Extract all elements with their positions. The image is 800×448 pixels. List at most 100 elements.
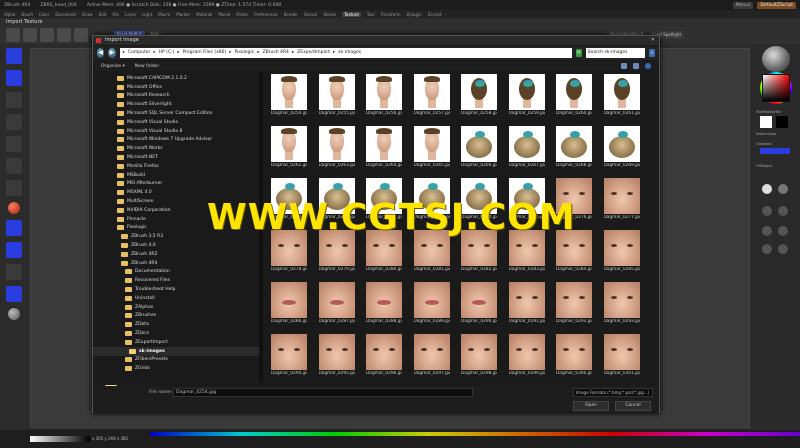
image-thumbnail[interactable]: Dagmar_0297.jpg (413, 334, 450, 376)
image-thumbnail[interactable]: Dagmar_0298.jpg (461, 334, 497, 376)
tray-label[interactable]: Gradient (756, 142, 771, 146)
folder-tree-item[interactable]: Microsoft SQL Server Compact Edition (117, 109, 213, 118)
image-thumbnail[interactable]: Dagmar_0285.jpg (603, 230, 640, 272)
image-thumbnail[interactable]: Dagmar_0290.jpg (461, 282, 497, 324)
folder-tree-item[interactable]: NVIDIA Corporation (117, 206, 171, 215)
folder-tree-item[interactable]: Microsoft CAPICOM 2.1.0.2 (117, 74, 187, 83)
menu-item-stroke[interactable]: Stroke (323, 12, 336, 17)
image-thumbnail[interactable]: Dagmar_0296.jpg (366, 334, 402, 376)
folder-tree-item[interactable]: Pinnacle (117, 215, 146, 224)
image-thumbnail[interactable]: Dagmar_0256.jpg (366, 74, 402, 116)
folder-tree-item[interactable]: ZBrush 4R4 (121, 259, 157, 268)
folder-tree-item[interactable]: Pixologic (117, 224, 147, 233)
back-arrow-icon[interactable]: ◀ (97, 48, 105, 58)
menu-item-material[interactable]: Material (196, 12, 212, 17)
close-icon[interactable]: ✕ (651, 36, 655, 45)
menu-item-macro[interactable]: Macro (158, 12, 170, 17)
folder-tree-item[interactable]: Documentation (125, 268, 170, 277)
image-thumbnail[interactable]: Dagmar_0261.jpg (603, 74, 640, 116)
shelf-button[interactable] (6, 220, 22, 236)
image-thumbnail[interactable]: Dagmar_0260.jpg (556, 74, 592, 116)
shelf-button[interactable] (6, 264, 22, 280)
material-button[interactable] (778, 226, 788, 236)
folder-tree-item[interactable]: Microsoft Research (117, 92, 170, 101)
image-thumbnail[interactable]: Dagmar_0301.jpg (603, 334, 640, 376)
image-thumbnail[interactable]: Dagmar_0295.jpg (318, 334, 355, 376)
shelf-button[interactable] (6, 158, 22, 174)
image-thumbnail[interactable]: Dagmar_0262.jpg (271, 126, 307, 168)
file-type-select[interactable]: Image Formats (*.bmp;*.psd;*.jpg...) (573, 388, 653, 397)
folder-tree-item[interactable]: MultiScreen (117, 197, 153, 206)
material-button[interactable] (762, 226, 772, 236)
preview-pane-icon[interactable] (633, 63, 639, 69)
breadcrumb[interactable]: ▸ Computer ▸ HP (C:) ▸ Program Files (x86) ▸ Pi… (119, 48, 572, 58)
refresh-icon[interactable]: ⟳ (575, 49, 582, 57)
menu-item-brush[interactable]: Brush (21, 12, 33, 17)
material-button[interactable] (762, 206, 772, 216)
folder-tree-item[interactable]: Microsoft.NET (117, 153, 158, 162)
folder-tree-item[interactable]: Microsoft Visual Studio (117, 118, 178, 127)
folder-tree-item[interactable]: Microsoft Silverlight (117, 100, 172, 109)
file-name-field[interactable]: Dagmar_0254.jpg (173, 388, 473, 397)
menu-item-zscript[interactable]: Zscript (428, 12, 442, 17)
menu-item-movie[interactable]: Movie (218, 12, 230, 17)
menus-button[interactable]: Menus (732, 1, 754, 9)
folder-tree-item[interactable]: ZDocs (125, 329, 149, 338)
folder-tree-item[interactable]: Microsoft Windows 7 Upgrade Advisor (117, 136, 212, 145)
main-color-swatch[interactable] (760, 116, 772, 128)
image-thumbnail[interactable]: Dagmar_0286.jpg (271, 282, 307, 324)
shelf-button[interactable] (6, 180, 22, 196)
image-thumbnail[interactable]: Dagmar_0289.jpg (413, 282, 450, 324)
folder-tree-item[interactable]: MSBuild (117, 171, 145, 180)
folder-tree-item[interactable]: ZBrush 4.0 (121, 241, 156, 250)
folder-tree-item[interactable]: Mozilla Firefox (117, 162, 159, 171)
image-thumbnail[interactable]: Dagmar_0263.jpg (318, 126, 355, 168)
menu-item-document[interactable]: Document (55, 12, 76, 17)
folder-tree-item[interactable]: Microsoft Works (117, 144, 163, 153)
image-thumbnail[interactable]: Dagmar_0291.jpg (508, 282, 545, 324)
shelf-button[interactable] (6, 92, 22, 108)
draw-tool-button[interactable] (23, 28, 37, 42)
image-thumbnail[interactable]: Dagmar_0255.jpg (318, 74, 355, 116)
folder-tree-item[interactable]: ZExportImport (125, 338, 168, 347)
color-picker[interactable] (762, 74, 790, 102)
breadcrumb-item[interactable]: Pixologic (235, 48, 255, 58)
folder-tree-item[interactable]: ZData (125, 320, 149, 329)
menu-item-marker[interactable]: Marker (176, 12, 190, 17)
folder-tree-item[interactable]: Uninstall (125, 294, 155, 303)
material-preview-icon[interactable] (762, 46, 790, 72)
image-thumbnail[interactable]: Dagmar_0257.jpg (413, 74, 450, 116)
scale-tool-button[interactable] (57, 28, 71, 42)
search-input[interactable]: Search sk-images (585, 48, 646, 58)
folder-tree-item[interactable]: Microsoft Visual Studio 8 (117, 127, 182, 136)
image-thumbnail[interactable]: Dagmar_0292.jpg (556, 282, 592, 324)
grayscale-strip[interactable] (30, 436, 90, 442)
menu-item-render[interactable]: Render (284, 12, 298, 17)
shelf-button[interactable] (6, 286, 22, 302)
breadcrumb-item[interactable]: sk-images (338, 48, 361, 58)
folder-tree-item[interactable]: ZBrush 3.5 R3 (121, 232, 163, 241)
shelf-button[interactable] (6, 70, 22, 86)
folder-tree-item[interactable]: sk-images (93, 346, 259, 356)
shelf-button[interactable] (6, 242, 22, 258)
default-zscript-button[interactable]: DefaultZScript (757, 1, 796, 9)
breadcrumb-item[interactable]: Computer (128, 48, 150, 58)
image-thumbnail[interactable]: Dagmar_0277.jpg (603, 178, 640, 220)
menu-item-preferences[interactable]: Preferences (254, 12, 278, 17)
image-thumbnail[interactable]: Dagmar_0288.jpg (366, 282, 402, 324)
folder-tree-item[interactable]: Microsoft Office (117, 83, 162, 92)
image-thumbnail[interactable]: Dagmar_0287.jpg (318, 282, 355, 324)
open-button[interactable]: Open (573, 401, 609, 411)
folder-tree-item[interactable]: ZBrush 4R2 (121, 250, 157, 259)
menu-item-picker[interactable]: Picker (236, 12, 248, 17)
folder-tree-item[interactable]: MSXML 4.0 (117, 188, 152, 197)
image-thumbnail[interactable]: Dagmar_0268.jpg (556, 126, 592, 168)
sphere-icon[interactable] (8, 308, 20, 320)
image-thumbnail[interactable]: Dagmar_0267.jpg (508, 126, 545, 168)
forward-arrow-icon[interactable]: ▶ (108, 48, 116, 58)
image-thumbnail[interactable]: Dagmar_0265.jpg (413, 126, 450, 168)
image-thumbnail[interactable]: Dagmar_0259.jpg (508, 74, 545, 116)
menu-item-zplugin[interactable]: Zplugin (407, 12, 422, 17)
material-button[interactable] (762, 184, 772, 194)
breadcrumb-item[interactable]: Program Files (x86) (183, 48, 227, 58)
